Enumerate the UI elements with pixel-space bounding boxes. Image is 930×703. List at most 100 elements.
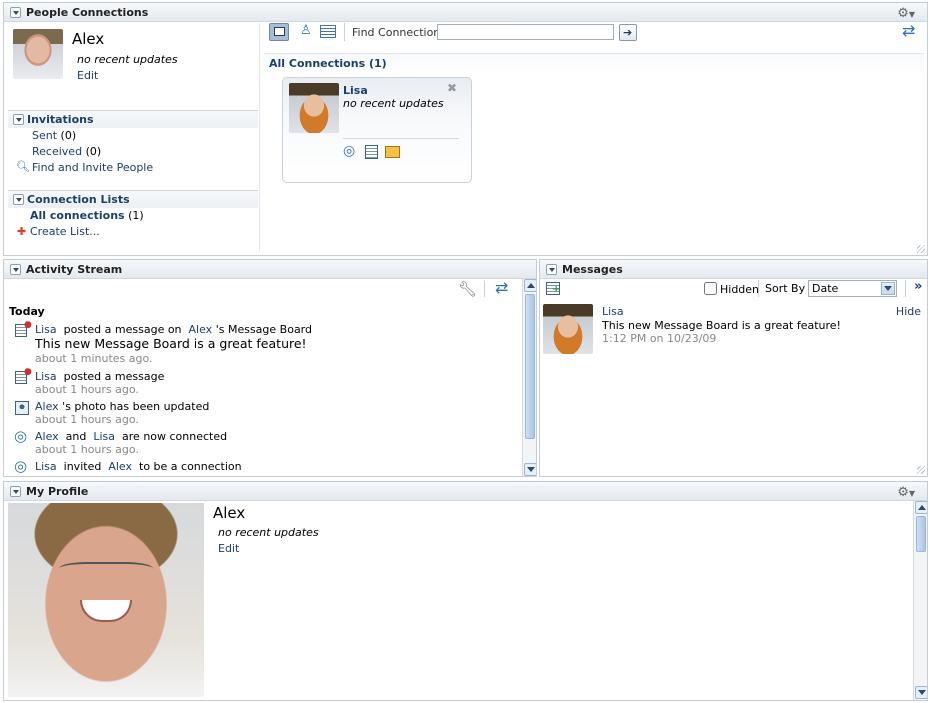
refresh-icon[interactable]: ⇄ [902, 21, 915, 40]
collapse-toggle-icon[interactable] [10, 264, 21, 275]
collapse-toggle-icon[interactable] [13, 114, 24, 125]
activity-time: about 1 hours ago. [35, 443, 139, 456]
panel-header: My Profile ⚙▼ [4, 482, 927, 501]
plus-icon: + [552, 284, 561, 295]
group-label: Today [9, 305, 45, 318]
list-item: ◎ Lisa invited Alex to be a connection [4, 457, 521, 476]
person-view-icon[interactable]: ♙ [300, 23, 312, 38]
profile-edit-link[interactable]: Edit [218, 542, 239, 555]
actor-link[interactable]: Lisa [35, 323, 57, 336]
list-item: ● Lisa posted a message on Alex 's Messa… [4, 320, 521, 366]
list-item: ◎ Alex and Lisa are now connected about … [4, 427, 521, 457]
all-connections-row: All connections (1) [30, 209, 144, 222]
panel-title: Activity Stream [26, 263, 123, 276]
hidden-label: Hidden [720, 283, 760, 296]
hide-link[interactable]: Hide [896, 305, 921, 318]
vertical-scrollbar[interactable] [913, 501, 927, 700]
target-link[interactable]: Alex [189, 323, 213, 336]
new-message-icon[interactable]: + [546, 282, 560, 295]
actor-link[interactable]: Alex [35, 400, 59, 413]
gear-menu-icon[interactable]: ⚙▼ [897, 6, 915, 21]
all-connections-link[interactable]: All connections [30, 209, 125, 222]
more-icon[interactable]: » [914, 279, 922, 294]
panel-title: My Profile [26, 485, 89, 498]
actor-link[interactable]: Alex [35, 430, 59, 443]
collapse-toggle-icon[interactable] [10, 486, 21, 497]
list-item: Alex 's photo has been updated about 1 h… [4, 397, 521, 427]
toolbar-separator [344, 23, 345, 41]
plus-icon: ✚ [17, 225, 27, 238]
message-author[interactable]: Lisa [602, 305, 624, 318]
vertical-scrollbar[interactable] [522, 279, 536, 476]
activity-text: Lisa posted a message on Alex 's Message… [35, 323, 312, 336]
photo-icon [15, 401, 29, 415]
list-view-icon[interactable] [320, 25, 336, 38]
message-time: 1:12 PM on 10/23/09 [602, 332, 717, 345]
scroll-down-icon[interactable] [524, 463, 536, 476]
toolbar-separator [905, 280, 906, 297]
connection-lists-header: Connection Lists [8, 190, 258, 208]
scroll-up-icon[interactable] [915, 501, 927, 514]
scroll-down-icon[interactable] [915, 686, 927, 699]
collapse-toggle-icon[interactable] [13, 194, 24, 205]
panel-title: Messages [562, 263, 623, 276]
connection-card[interactable]: Lisa no recent updates ✖ ◎ [282, 77, 472, 183]
actor-link[interactable]: Lisa [35, 460, 57, 473]
activity-text: Alex 's photo has been updated [35, 400, 210, 413]
go-button[interactable]: ➔ [619, 24, 637, 41]
find-invite-link[interactable]: Find and Invite People [32, 161, 153, 174]
all-connections-title: All Connections (1) [269, 57, 387, 70]
collapse-toggle-icon[interactable] [546, 264, 557, 275]
panel-header: Activity Stream [4, 260, 536, 279]
connections-icon[interactable]: ◎ [343, 143, 355, 159]
document-icon[interactable] [365, 145, 378, 159]
sent-link[interactable]: Sent [32, 129, 57, 142]
card-view-button[interactable] [269, 23, 289, 41]
activity-time: about 1 hours ago. [35, 413, 139, 426]
stream-list: ● Lisa posted a message on Alex 's Messa… [4, 320, 521, 476]
hidden-checkbox[interactable] [704, 282, 717, 295]
target-link[interactable]: Alex [108, 460, 132, 473]
connection-status: no recent updates [343, 97, 444, 110]
scroll-thumb[interactable] [916, 516, 926, 552]
sort-select[interactable]: Date [808, 280, 897, 297]
profile-name: Alex [213, 504, 246, 522]
received-link[interactable]: Received [32, 145, 82, 158]
chevron-down-glyph [884, 286, 892, 291]
resize-grip-icon[interactable] [917, 245, 925, 253]
wrench-icon[interactable]: 🔧︎ [458, 280, 477, 298]
sort-select-value: Date [812, 282, 839, 295]
sent-count: (0) [60, 129, 77, 142]
refresh-icon[interactable]: ⇄ [495, 278, 508, 297]
card-divider [343, 138, 459, 139]
toolbar-separator [758, 280, 759, 297]
find-connection-input[interactable] [437, 24, 614, 40]
card-view-icon [274, 27, 285, 36]
message-icon[interactable] [385, 146, 400, 158]
gear-menu-icon[interactable]: ⚙▼ [897, 485, 915, 500]
collapse-toggle-icon[interactable] [10, 7, 21, 18]
panel-header: Messages [540, 260, 927, 279]
activity-time: about 1 minutes ago. [35, 352, 153, 365]
target-link[interactable]: Lisa [93, 430, 115, 443]
glasses-shape [59, 562, 153, 584]
scroll-up-icon[interactable] [524, 279, 536, 292]
scroll-thumb[interactable] [525, 294, 535, 439]
actor-link[interactable]: Lisa [35, 370, 57, 383]
profile-status: no recent updates [218, 526, 319, 539]
my-profile-panel: My Profile ⚙▼ Alex no recent updates Edi… [3, 481, 928, 701]
remove-icon[interactable]: ✖ [447, 81, 457, 95]
all-connections-count: (1) [128, 209, 144, 222]
edit-link[interactable]: Edit [77, 69, 98, 82]
create-list-link[interactable]: Create List... [30, 225, 100, 238]
pin-icon: ● [24, 367, 32, 377]
connections-icon: ◎ [14, 457, 28, 475]
avatar [13, 29, 63, 79]
messages-panel: Messages + Hidden Sort By Date » Lisa Hi… [539, 259, 928, 477]
connection-name[interactable]: Lisa [343, 84, 368, 97]
magnifier-icon: 🔍︎ [16, 160, 30, 173]
arrow-right-icon: ➔ [623, 26, 633, 39]
resize-grip-icon[interactable] [917, 466, 925, 474]
user-status: no recent updates [77, 53, 178, 66]
toolbar-separator [484, 281, 485, 297]
